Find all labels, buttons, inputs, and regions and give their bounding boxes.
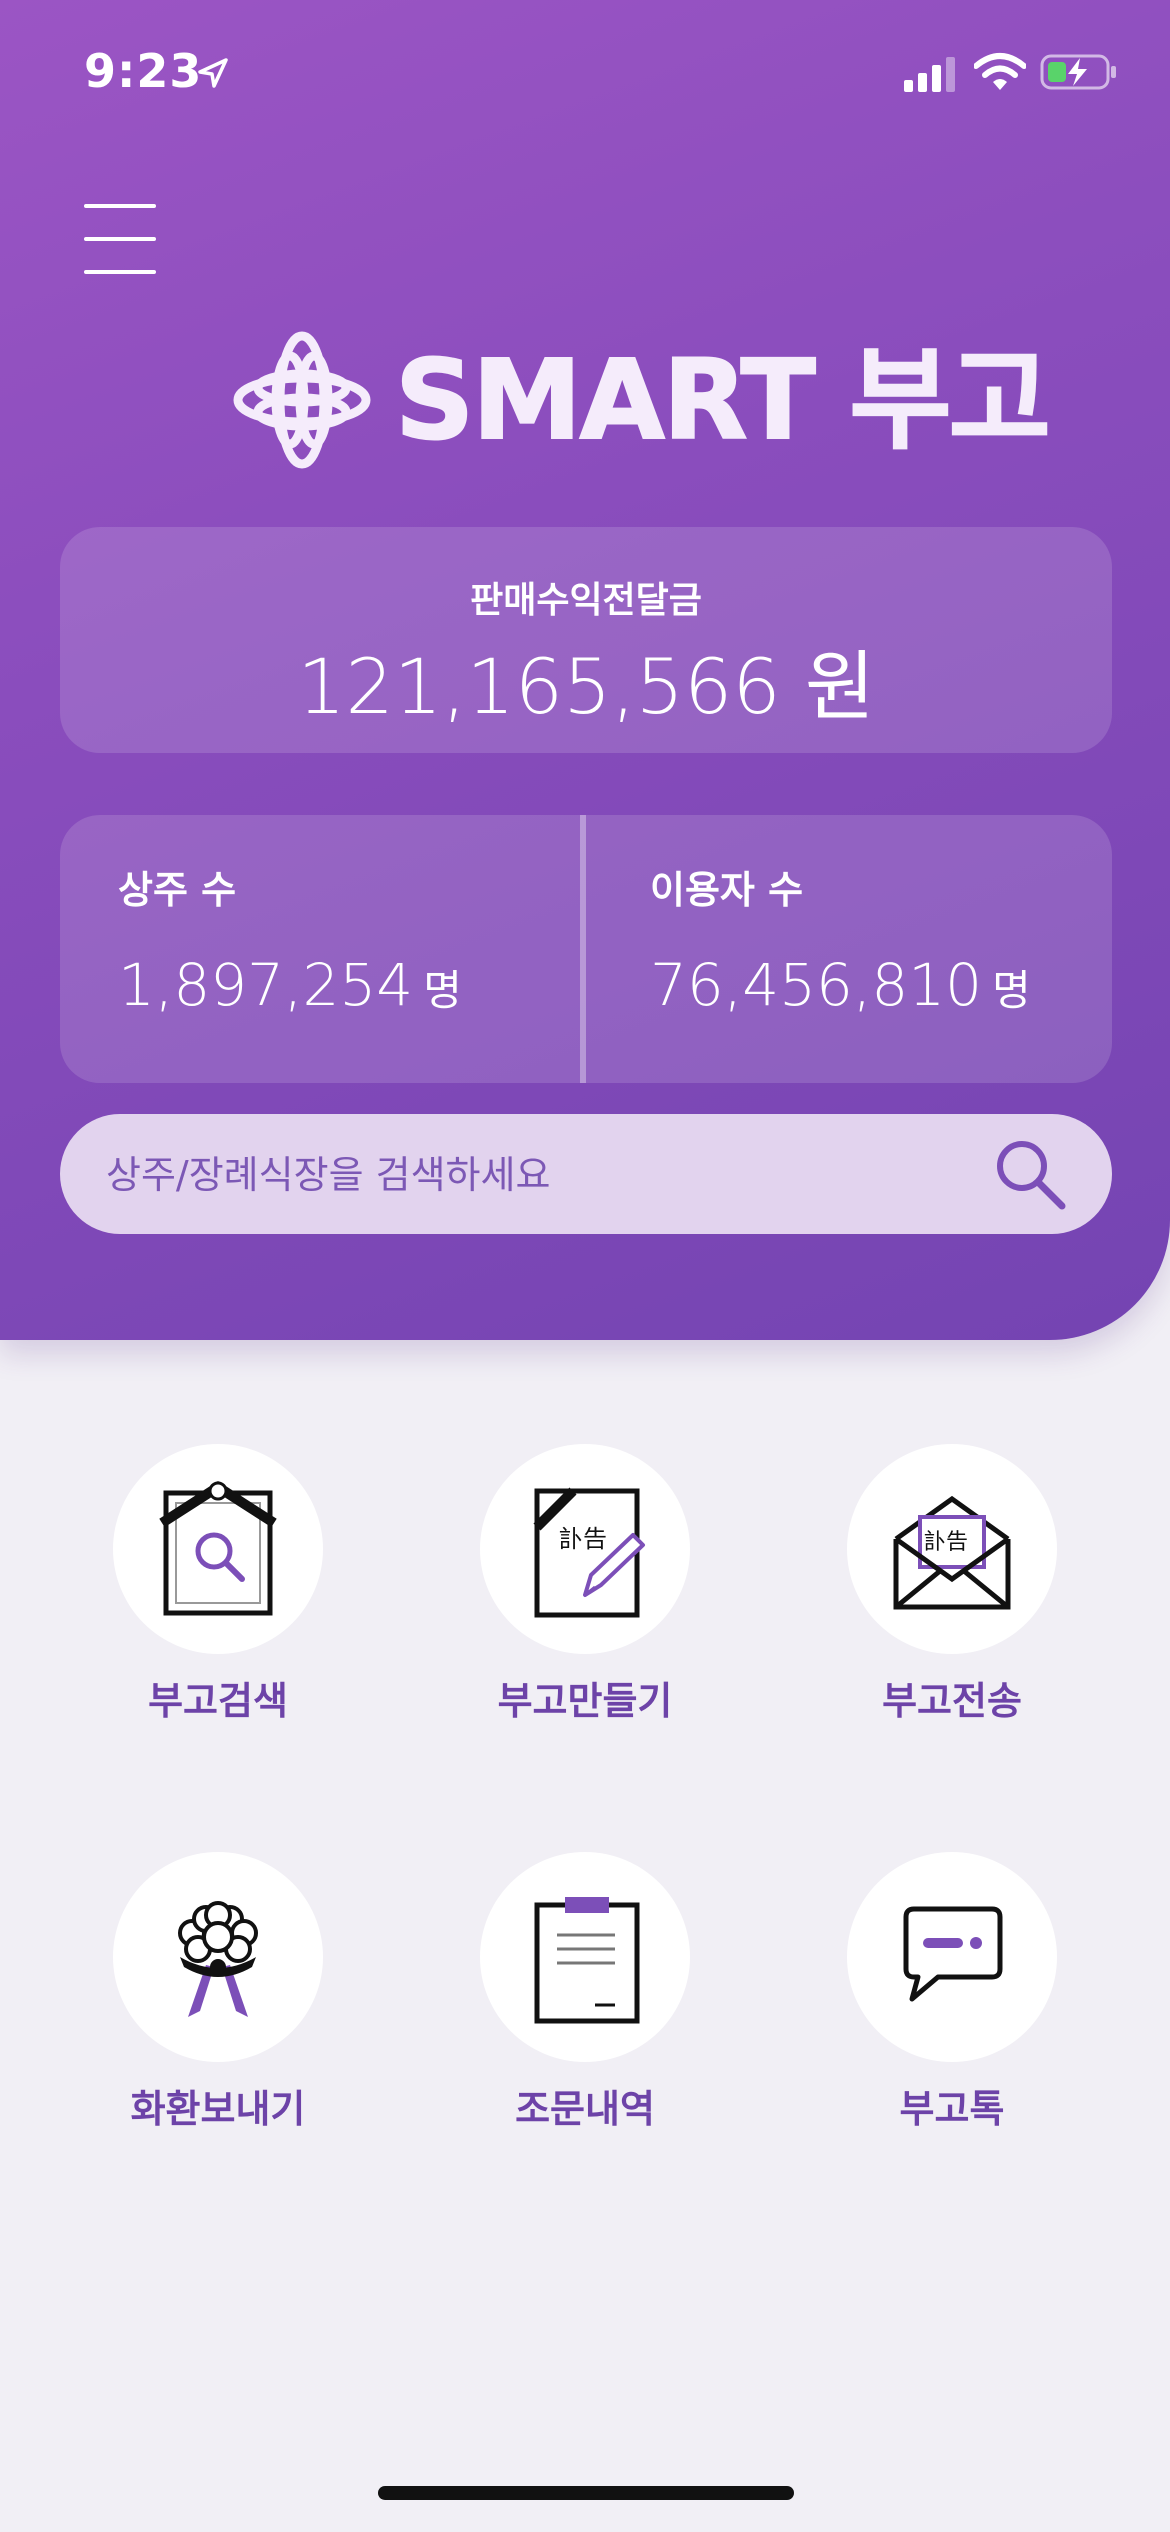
mourner-count-label: 상주 수 <box>118 868 237 912</box>
mourner-count-value: 1,897,254 명 <box>118 951 462 1019</box>
cellular-signal-icon <box>904 57 955 92</box>
menu-label: 화환보내기 <box>130 2087 306 2131</box>
user-count-unit: 명 <box>992 966 1031 1015</box>
menu-label: 부고만들기 <box>497 1679 673 1723</box>
obituary-create-icon-text: 訃告 <box>559 1525 607 1553</box>
menu-icon-circle <box>847 1852 1057 2062</box>
revenue-value: 121,165,566 원 <box>297 642 875 731</box>
chat-icon <box>903 1906 1003 2002</box>
menu-item-obituary-search[interactable]: 부고검색 <box>68 1444 368 1764</box>
home-indicator[interactable] <box>378 2486 794 2500</box>
mourner-count-number: 1,897,254 <box>118 951 414 1019</box>
menu-label: 부고전송 <box>882 1679 1022 1723</box>
menu-item-obituary-send[interactable]: 訃告 부고전송 <box>802 1444 1102 1764</box>
smart-bugo-logo <box>233 331 371 469</box>
user-count-number: 76,456,810 <box>650 951 983 1019</box>
status-time: 9:23 <box>84 44 203 98</box>
menu-label: 부고검색 <box>148 1679 288 1723</box>
menu-icon-circle: 訃告 <box>480 1444 690 1654</box>
menu-item-send-wreath[interactable]: 화환보내기 <box>68 1852 368 2172</box>
revenue-card: 판매수익전달금 121,165,566 원 <box>60 527 1112 753</box>
obituary-create-icon: 訃告 <box>533 1487 645 1618</box>
battery-charging-icon <box>1040 54 1116 90</box>
search-icon[interactable] <box>992 1136 1068 1212</box>
mourner-count-unit: 명 <box>423 966 462 1015</box>
user-count-value: 76,456,810 명 <box>650 951 1031 1019</box>
obituary-send-icon: 訃告 <box>893 1495 1011 1610</box>
menu-icon-circle <box>113 1444 323 1654</box>
wreath-icon <box>178 1901 258 2017</box>
app-brand-title: SMART 부고 <box>394 336 1051 464</box>
obituary-send-icon-text: 訃告 <box>924 1530 968 1555</box>
menu-icon-circle <box>113 1852 323 2062</box>
hamburger-menu-button[interactable] <box>84 200 156 278</box>
user-count-label: 이용자 수 <box>650 868 804 912</box>
menu-label: 부고톡 <box>899 2087 1005 2131</box>
menu-icon-circle <box>480 1852 690 2062</box>
search-input[interactable] <box>104 1114 988 1236</box>
stats-card: 상주 수 1,897,254 명 이용자 수 76,456,810 명 <box>60 815 1112 1083</box>
wifi-icon <box>974 53 1026 90</box>
header-panel: 9:23 SMART 부고 판매수익전달금 121,165,566 원 상주 수… <box>0 0 1170 1340</box>
location-arrow-icon <box>198 58 228 88</box>
obituary-search-icon <box>159 1481 277 1616</box>
revenue-label: 판매수익전달금 <box>470 580 702 621</box>
menu-item-condolence-history[interactable]: 조문내역 <box>435 1852 735 2172</box>
search-bar <box>60 1114 1112 1236</box>
menu-item-bugo-talk[interactable]: 부고톡 <box>802 1852 1102 2172</box>
status-bar: 9:23 <box>0 0 1170 150</box>
menu-item-obituary-create[interactable]: 訃告 부고만들기 <box>435 1444 735 1764</box>
menu-icon-circle: 訃告 <box>847 1444 1057 1654</box>
menu-label: 조문내역 <box>515 2087 655 2131</box>
stats-divider <box>580 815 586 1083</box>
condolence-history-icon <box>534 1897 640 2024</box>
